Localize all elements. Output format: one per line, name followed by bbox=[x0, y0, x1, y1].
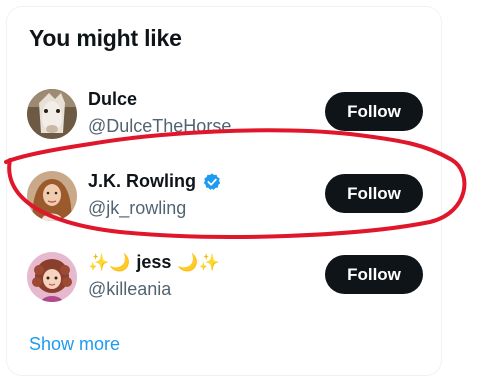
suggestion-row[interactable]: Dulce @DulceTheHorse Follow bbox=[7, 82, 441, 144]
avatar[interactable] bbox=[27, 252, 77, 302]
display-name[interactable]: J.K. Rowling bbox=[88, 171, 196, 192]
avatar[interactable] bbox=[27, 89, 77, 139]
sparkle-moon-emoji: ✨🌙 bbox=[88, 252, 131, 272]
user-handle[interactable]: @DulceTheHorse bbox=[88, 116, 231, 137]
display-name[interactable]: Dulce bbox=[88, 89, 137, 110]
suggestion-row[interactable]: J.K. Rowling @jk_rowling Follow bbox=[7, 164, 441, 226]
follow-button[interactable]: Follow bbox=[325, 255, 423, 294]
avatar[interactable] bbox=[27, 171, 77, 221]
display-name[interactable]: jess bbox=[136, 252, 171, 273]
user-handle[interactable]: @killeania bbox=[88, 279, 171, 300]
follow-button[interactable]: Follow bbox=[325, 92, 423, 131]
verified-badge-icon bbox=[202, 172, 222, 192]
suggestion-row[interactable]: ✨🌙 jess 🌙✨ @killeania Follow bbox=[7, 245, 441, 307]
moon-sparkle-emoji: 🌙✨ bbox=[177, 252, 220, 272]
show-more-link[interactable]: Show more bbox=[29, 334, 120, 355]
card-title: You might like bbox=[29, 25, 182, 51]
user-handle[interactable]: @jk_rowling bbox=[88, 198, 186, 219]
follow-button[interactable]: Follow bbox=[325, 174, 423, 213]
who-to-follow-card: You might like Dulce @DulceTheHorse Foll… bbox=[6, 6, 442, 376]
